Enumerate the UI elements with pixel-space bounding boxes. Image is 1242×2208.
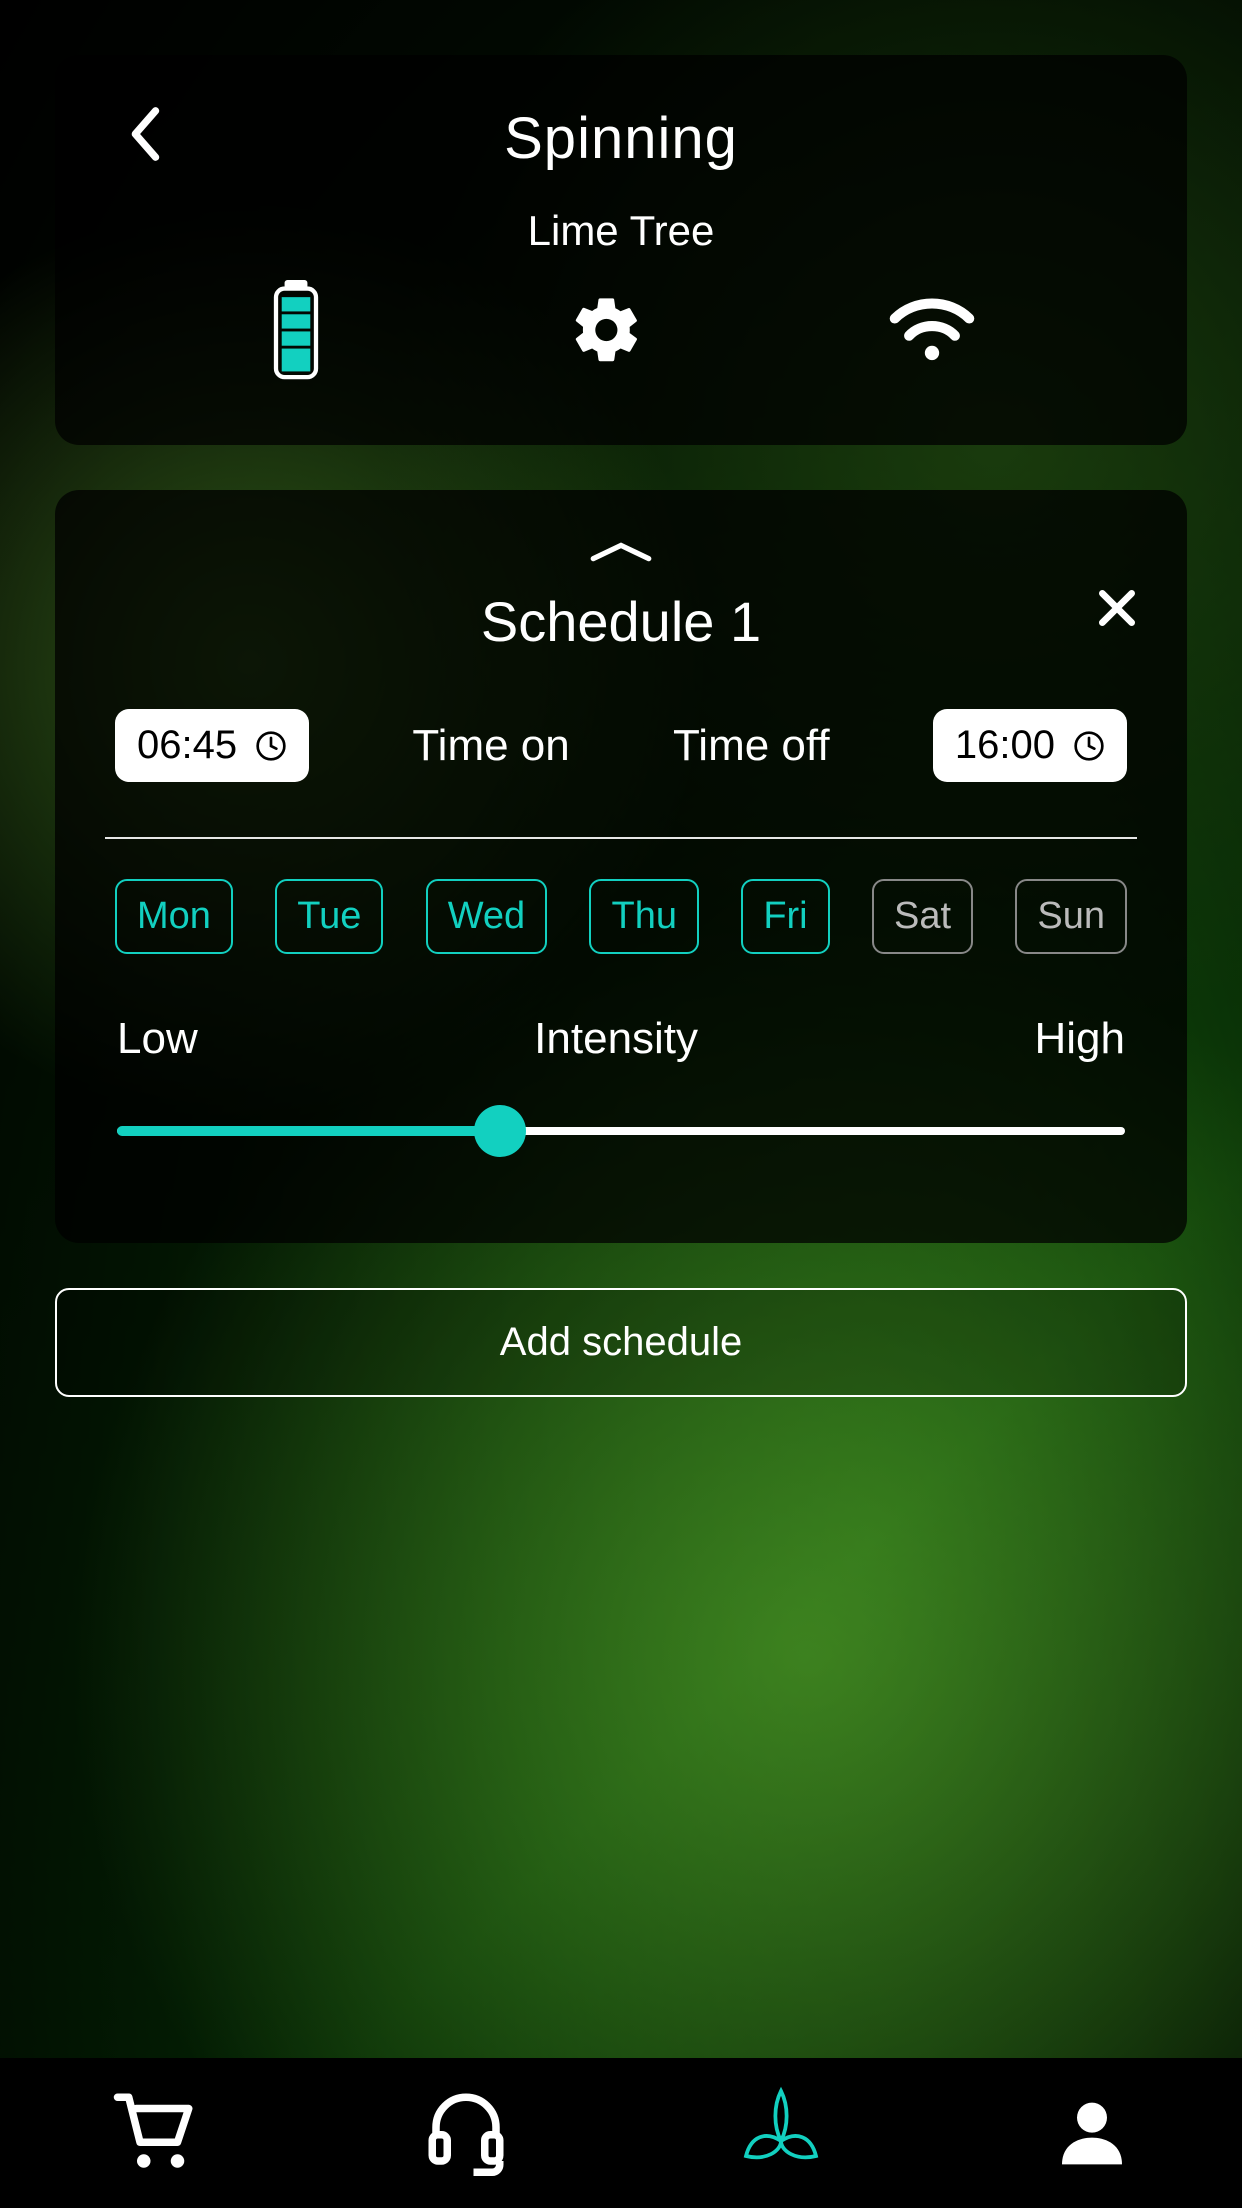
intensity-high-label: High [1035,1014,1126,1064]
settings-button[interactable] [569,292,645,373]
person-icon [1052,2091,1132,2171]
wifi-button[interactable] [889,297,975,368]
schedule-title: Schedule 1 [105,589,1137,654]
time-on-value: 06:45 [137,723,237,768]
cart-icon [110,2086,200,2176]
back-button[interactable] [125,105,163,168]
intensity-center-label: Intensity [534,1014,698,1064]
add-schedule-label: Add schedule [500,1320,742,1364]
day-chip-sun[interactable]: Sun [1015,879,1127,954]
intensity-slider[interactable] [117,1109,1125,1153]
time-on-label: Time on [412,721,569,771]
day-chip-mon[interactable]: Mon [115,879,233,954]
chevron-left-icon [125,105,163,163]
time-off-value: 16:00 [955,723,1055,768]
day-chip-tue[interactable]: Tue [275,879,383,954]
days-row: Mon Tue Wed Thu Fri Sat Sun [105,879,1137,954]
add-schedule-button[interactable]: Add schedule [55,1288,1187,1397]
clock-icon [1073,730,1105,762]
nav-shop[interactable] [110,2086,200,2181]
battery-icon [267,280,325,380]
wifi-icon [889,297,975,363]
schedule-card: Schedule 1 06:45 Time on Time off 16:00 [55,490,1187,1243]
chevron-up-icon [588,540,654,564]
device-name: Lime Tree [105,207,1137,255]
slider-fill [117,1126,500,1136]
close-icon [1097,588,1137,628]
bottom-nav [0,2058,1242,2208]
leaf-icon [731,2081,831,2181]
slider-thumb[interactable] [474,1105,526,1157]
header-card: Spinning Lime Tree [55,55,1187,445]
day-chip-sat[interactable]: Sat [872,879,973,954]
day-chip-thu[interactable]: Thu [589,879,698,954]
nav-support[interactable] [421,2086,511,2181]
time-off-input[interactable]: 16:00 [933,709,1127,782]
time-off-label: Time off [673,721,830,771]
day-chip-fri[interactable]: Fri [741,879,829,954]
day-chip-wed[interactable]: Wed [426,879,547,954]
close-button[interactable] [1097,585,1137,640]
headset-icon [421,2086,511,2176]
collapse-button[interactable] [105,540,1137,564]
page-title: Spinning [504,105,738,172]
gear-icon [569,292,645,368]
clock-icon [255,730,287,762]
battery-button[interactable] [267,280,325,385]
nav-home[interactable] [731,2081,831,2186]
time-on-input[interactable]: 06:45 [115,709,309,782]
intensity-low-label: Low [117,1014,198,1064]
nav-profile[interactable] [1052,2091,1132,2176]
